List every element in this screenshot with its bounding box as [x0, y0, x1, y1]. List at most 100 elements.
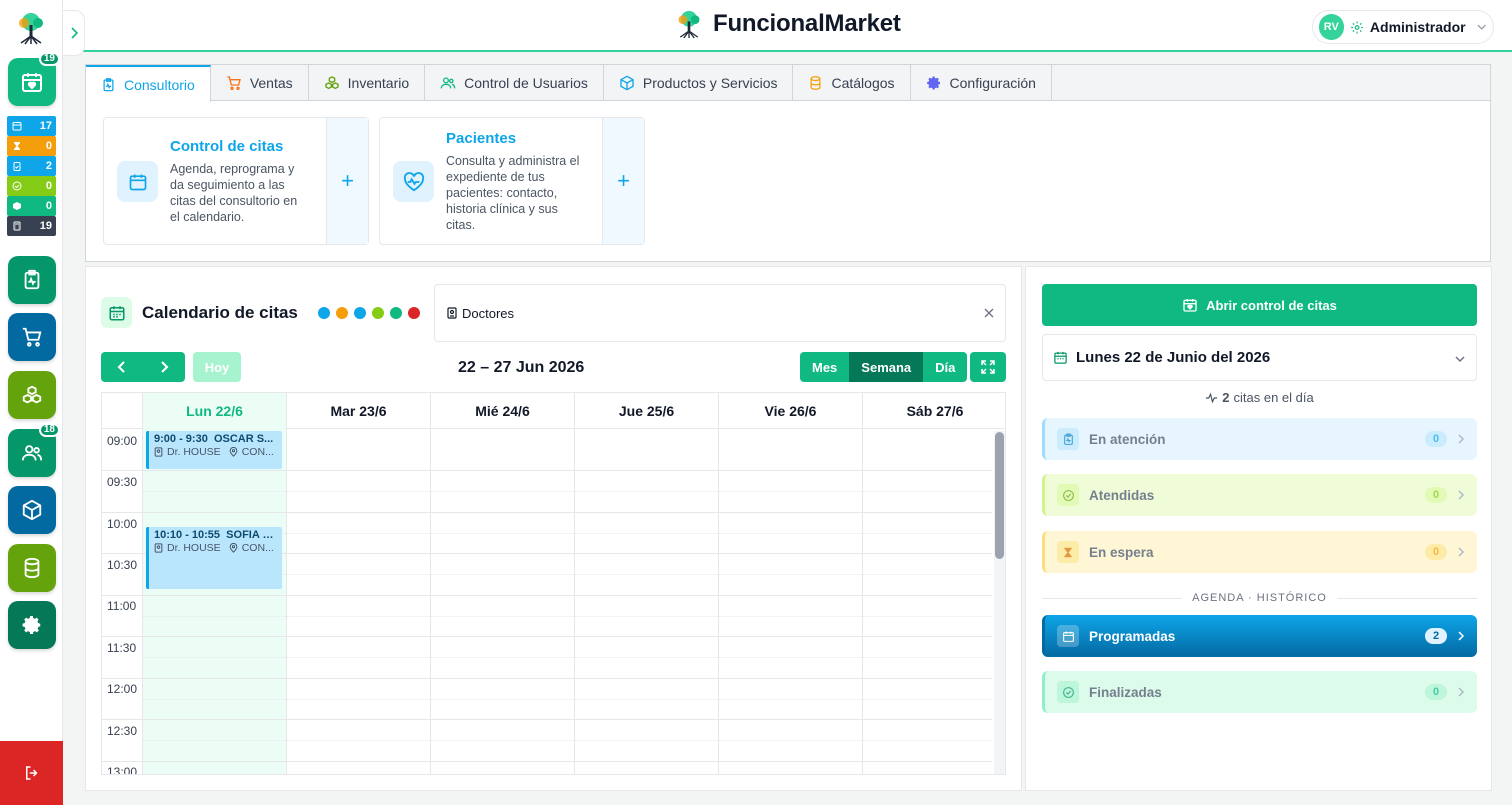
view-week-button[interactable]: Semana	[849, 352, 924, 382]
tab-consultorio[interactable]: Consultorio	[86, 65, 211, 102]
status-row-en-espera[interactable]: En espera 0	[1042, 531, 1477, 573]
tab-configuracion[interactable]: Configuración	[911, 65, 1052, 101]
stat-waiting[interactable]: 0	[7, 136, 56, 156]
calendar-heart-icon	[1183, 299, 1197, 312]
tab-productos-servicios[interactable]: Productos y Servicios	[604, 65, 794, 101]
day-count-value: 2	[1222, 390, 1230, 405]
scrollbar-thumb[interactable]	[995, 432, 1004, 559]
day-column-wed[interactable]	[430, 429, 574, 774]
stat-in-attention[interactable]: 2	[7, 156, 56, 176]
brand[interactable]: FuncionalMarket	[675, 9, 901, 39]
heart-pulse-icon	[393, 161, 434, 202]
day-column-mon[interactable]	[142, 429, 286, 774]
appointments-badge: 19	[38, 52, 60, 66]
chevron-down-icon	[1455, 356, 1465, 363]
time-label: 13:00	[107, 765, 138, 775]
tab-inventario[interactable]: Inventario	[309, 65, 426, 101]
tab-ventas[interactable]: Ventas	[211, 65, 309, 101]
day-count-label: citas en el día	[1233, 390, 1314, 405]
open-appointments-button[interactable]: Abrir control de citas	[1042, 284, 1477, 326]
sidebar-expand-button[interactable]	[63, 10, 85, 56]
stat-packages[interactable]: 0	[7, 196, 56, 216]
day-header-fri[interactable]: Vie 26/6	[718, 393, 862, 429]
stat-value: 0	[45, 180, 52, 192]
card-pacientes[interactable]: Pacientes Consulta y administra el expedi…	[379, 117, 645, 245]
sidebar-consultorio-button[interactable]	[8, 256, 56, 304]
location-pin-icon	[229, 543, 238, 553]
stat-calculator[interactable]: 19	[7, 216, 56, 236]
card-title: Control de citas	[170, 138, 284, 155]
stat-calendar[interactable]: 17	[7, 116, 56, 136]
date-range: 22 – 27 Jun 2026	[458, 359, 585, 376]
add-patient-button[interactable]: +	[602, 118, 644, 244]
tab-control-usuarios[interactable]: Control de Usuarios	[425, 65, 604, 101]
activity-icon	[1206, 392, 1218, 403]
stat-attended[interactable]: 0	[7, 176, 56, 196]
tab-label: Ventas	[249, 75, 293, 91]
sidebar-catalogs-button[interactable]	[8, 544, 56, 592]
status-row-en-atencion[interactable]: En atención 0	[1042, 418, 1477, 460]
today-button[interactable]: Hoy	[193, 352, 241, 382]
date-select[interactable]: Lunes 22 de Junio del 2026	[1042, 334, 1477, 381]
status-row-atendidas[interactable]: Atendidas 0	[1042, 474, 1477, 516]
fullscreen-button[interactable]	[970, 352, 1006, 382]
sidebar-products-button[interactable]	[8, 486, 56, 534]
database-icon	[810, 76, 821, 90]
calendar-panel: Calendario de citas Doctores Hoy 22 – 27…	[85, 266, 1022, 791]
sidebar-users-button[interactable]: 18	[8, 423, 60, 477]
time-label: 12:00	[107, 682, 138, 696]
day-header-thu[interactable]: Jue 25/6	[574, 393, 718, 429]
day-column-sat[interactable]	[862, 429, 992, 774]
day-header-sat[interactable]: Sáb 27/6	[862, 393, 1005, 429]
sidebar-inventory-button[interactable]	[8, 371, 56, 419]
appointment-event[interactable]: 10:10 - 10:55 SOFIA T... Dr. HOUSE CON..…	[146, 527, 282, 589]
sidebar-settings-button[interactable]	[8, 601, 56, 649]
day-column-thu[interactable]	[574, 429, 718, 774]
day-column-fri[interactable]	[718, 429, 862, 774]
day-header-tue[interactable]: Mar 23/6	[286, 393, 430, 429]
header: FuncionalMarket RV Administrador	[63, 0, 1512, 52]
day-header-mon[interactable]: Lun 22/6	[142, 393, 286, 429]
view-switcher: Mes Semana Día	[800, 352, 968, 382]
check-circle-icon	[1057, 484, 1079, 506]
calendar-scrollbar[interactable]	[994, 431, 1005, 774]
event-details: Dr. HOUSE CON...	[154, 542, 277, 554]
chevron-right-icon	[161, 361, 169, 373]
stat-value: 0	[45, 200, 52, 212]
appointment-event[interactable]: 9:00 - 9:30 OSCAR S... Dr. HOUSE CON...	[146, 431, 282, 469]
day-column-tue[interactable]	[286, 429, 430, 774]
add-appointment-button[interactable]: +	[326, 118, 368, 244]
history-row-programadas[interactable]: Programadas 2	[1042, 615, 1477, 657]
previous-week-button[interactable]	[101, 352, 143, 382]
hourglass-icon	[14, 142, 20, 150]
history-label: Finalizadas	[1089, 684, 1162, 700]
view-month-button[interactable]: Mes	[800, 352, 850, 382]
logout-button[interactable]	[0, 741, 63, 805]
stat-value: 0	[45, 140, 52, 152]
day-header-wed[interactable]: Mié 24/6	[430, 393, 574, 429]
history-row-finalizadas[interactable]: Finalizadas 0	[1042, 671, 1477, 713]
doctor-filter-select[interactable]: Doctores	[434, 284, 1006, 342]
id-badge-icon	[154, 543, 163, 553]
cart-icon	[22, 327, 42, 347]
calendar-navigation	[101, 352, 185, 382]
sidebar: 19 17 0 2 0 0 19 18	[0, 0, 63, 805]
selected-date: Lunes 22 de Junio del 2026	[1076, 349, 1271, 366]
tab-catalogos[interactable]: Catálogos	[793, 65, 911, 101]
calendar-grid-icon	[101, 297, 132, 328]
view-day-button[interactable]: Día	[923, 352, 968, 382]
next-week-button[interactable]	[143, 352, 185, 382]
history-divider: AGENDA · HISTÓRICO	[1042, 592, 1477, 604]
sidebar-stats: 17 0 2 0 0 19	[7, 116, 56, 236]
location-pin-icon	[229, 447, 238, 457]
time-gutter-header	[102, 393, 142, 429]
calendar-title: Calendario de citas	[142, 302, 298, 322]
chevron-right-icon	[1458, 631, 1465, 641]
time-label: 11:30	[107, 641, 137, 655]
week-grid: Lun 22/6 Mar 23/6 Mié 24/6 Jue 25/6 Vie …	[101, 392, 1006, 775]
user-menu-button[interactable]: RV Administrador	[1312, 10, 1494, 44]
sidebar-appointments-button[interactable]: 19	[8, 52, 60, 106]
sidebar-sales-button[interactable]	[8, 313, 56, 361]
card-control-citas[interactable]: Control de citas Agenda, reprograma y da …	[103, 117, 369, 245]
boxes-icon	[22, 385, 42, 404]
